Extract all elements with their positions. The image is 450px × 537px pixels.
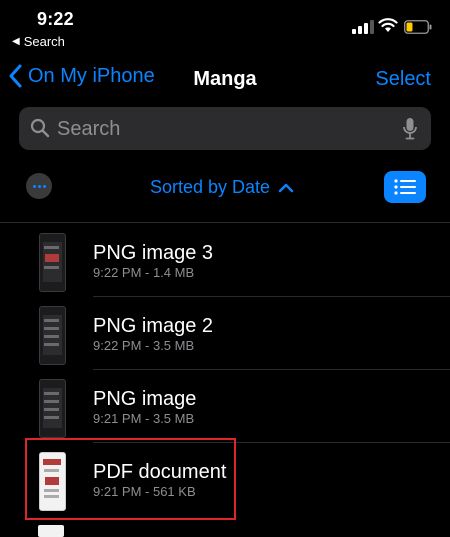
file-row[interactable]: PNG image 3 9:22 PM - 1.4 MB [0, 224, 450, 297]
sort-button[interactable]: Sorted by Date [150, 177, 294, 198]
search-bar [19, 107, 431, 152]
list-view-button[interactable] [384, 171, 426, 203]
wifi-icon [378, 18, 398, 32]
file-meta: 9:22 PM - 1.4 MB [93, 265, 195, 280]
chevron-up-icon [278, 183, 294, 192]
navigation-bar: On My iPhone Manga Select [0, 62, 450, 98]
file-row[interactable]: PNG image 2 9:22 PM - 3.5 MB [0, 297, 450, 370]
file-name: PNG image 3 [93, 242, 214, 264]
search-icon [30, 118, 50, 138]
status-bar: 9:22 ◀ Search [0, 0, 450, 52]
status-time: 9:22 [37, 9, 74, 29]
sort-label: Sorted by Date [150, 177, 271, 197]
back-triangle-icon: ◀ [12, 36, 20, 47]
highlight-box [25, 438, 236, 520]
back-app-label: Search [23, 34, 65, 49]
battery-icon [404, 20, 432, 34]
file-thumbnail-icon [39, 306, 66, 365]
file-thumbnail-icon [39, 379, 66, 438]
list-icon [394, 179, 416, 195]
file-meta: 9:22 PM - 3.5 MB [93, 338, 195, 353]
file-name: PNG image 2 [93, 315, 214, 337]
file-thumbnail-icon [39, 233, 66, 292]
file-meta: 9:21 PM - 3.5 MB [93, 411, 195, 426]
toolbar-divider [0, 222, 450, 223]
more-options-button[interactable] [26, 173, 52, 199]
file-name: PNG image [93, 388, 197, 410]
select-button[interactable]: Select [375, 68, 431, 91]
search-input[interactable] [55, 107, 399, 152]
microphone-icon[interactable] [403, 117, 417, 141]
file-row[interactable]: PNG image 9:21 PM - 3.5 MB [0, 370, 450, 443]
back-to-app[interactable]: ◀ Search [12, 34, 65, 49]
cellular-signal-icon [352, 20, 374, 34]
ellipsis-icon [32, 184, 36, 188]
file-thumbnail-icon [38, 525, 64, 537]
